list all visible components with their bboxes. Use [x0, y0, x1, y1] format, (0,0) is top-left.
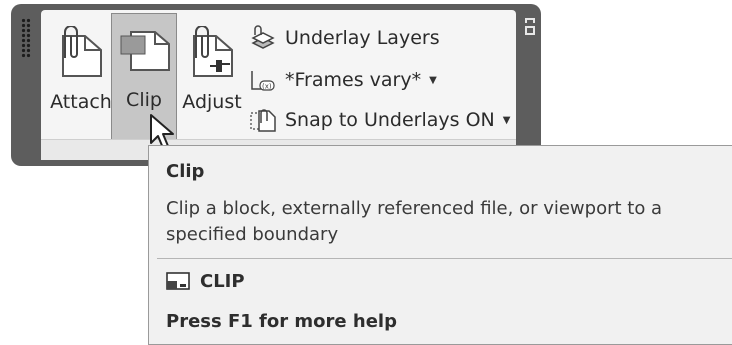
- attach-button[interactable]: Attach: [45, 16, 117, 134]
- dropdown-caret-icon: ▼: [502, 114, 511, 126]
- frames-label: *Frames vary*: [285, 69, 422, 91]
- frames-icon: (x): [249, 67, 277, 93]
- frames-dropdown[interactable]: (x) *Frames vary* ▼: [249, 66, 437, 94]
- ribbon-panel: Attach Clip Adjust Underlay Layers (x) *…: [11, 4, 541, 166]
- panel-pin-icon: [525, 18, 535, 23]
- snap-label: Snap to Underlays ON: [285, 109, 495, 131]
- paperclip-document-icon: [62, 26, 102, 77]
- adjust-label: Adjust: [182, 91, 242, 113]
- tooltip-command: CLIP: [166, 270, 245, 292]
- panel-expand-icon: [525, 26, 535, 35]
- adjust-icon: [193, 26, 233, 77]
- grip-icon[interactable]: [21, 18, 31, 58]
- adjust-button[interactable]: Adjust: [179, 16, 245, 134]
- tooltip-help: Press F1 for more help: [166, 311, 397, 332]
- tooltip-title: Clip: [166, 161, 205, 182]
- clip-icon: [120, 31, 170, 71]
- snap-underlay-icon: [249, 107, 277, 133]
- panel-options-strip[interactable]: [519, 4, 541, 166]
- svg-text:(x): (x): [262, 83, 272, 91]
- reference-panel: Attach Clip Adjust Underlay Layers (x) *…: [41, 10, 516, 160]
- tooltip-command-name: CLIP: [200, 270, 245, 292]
- tooltip-description: Clip a block, externally referenced file…: [166, 198, 663, 245]
- clip-command-icon: [166, 270, 192, 292]
- attach-label: Attach: [50, 91, 112, 113]
- clip-label: Clip: [126, 89, 162, 111]
- snap-underlays-dropdown[interactable]: Snap to Underlays ON ▼: [249, 106, 510, 134]
- dropdown-caret-icon: ▼: [429, 74, 437, 86]
- clip-tooltip: Clip Clip a block, externally referenced…: [148, 145, 732, 345]
- underlay-layers-label: Underlay Layers: [285, 27, 440, 49]
- underlay-layers-button[interactable]: Underlay Layers: [249, 24, 440, 52]
- underlay-layers-icon: [249, 25, 277, 51]
- tooltip-divider: [157, 258, 732, 259]
